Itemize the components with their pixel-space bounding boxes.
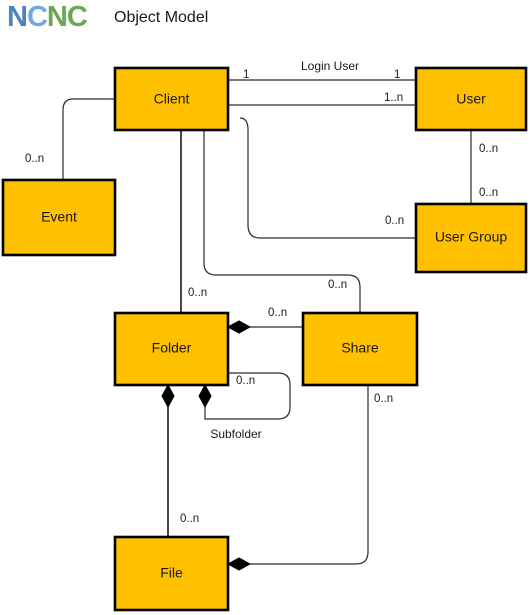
mult-folder-file: 0..n (180, 513, 199, 525)
mult-client-user-sessions-to: 1..n (384, 92, 403, 104)
mult-user-usergroup-from: 0..n (479, 143, 498, 155)
node-file[interactable]: File (113, 535, 230, 612)
node-client[interactable]: Client (113, 66, 230, 132)
composition-diamond-folder-share (226, 320, 252, 334)
node-user-box[interactable] (414, 66, 528, 132)
node-folder[interactable]: Folder (113, 311, 230, 387)
mult-client-user-to: 1 (394, 69, 400, 81)
mult-share-file: 0..n (374, 393, 393, 405)
edge-client-share[interactable] (203, 130, 361, 313)
node-folder-box[interactable] (113, 311, 230, 387)
mult-folder-subfolder: 0..n (236, 375, 255, 387)
mult-client-event: 0..n (25, 153, 44, 165)
edge-label-subfolder: Subfolder (210, 427, 261, 441)
node-event-box[interactable] (1, 178, 117, 257)
object-model-diagram: Client User Event User Group Folder Shar… (0, 0, 531, 615)
node-user-group[interactable]: User Group (414, 202, 528, 274)
node-user[interactable]: User (414, 66, 528, 132)
edge-client-usergroup[interactable] (239, 117, 416, 239)
composition-diamond-folder-file (161, 383, 175, 409)
edge-client-event[interactable] (62, 98, 115, 180)
composition-diamond-share-file (226, 557, 252, 571)
composition-diamond-subfolder (198, 383, 212, 409)
mult-client-share: 0..n (328, 279, 347, 291)
node-client-box[interactable] (113, 66, 230, 132)
node-user-group-box[interactable] (414, 202, 528, 274)
diagram-page: NCNC Object Model Client User Event User… (0, 0, 531, 615)
mult-client-user-from: 1 (243, 69, 249, 81)
mult-client-usergroup: 0..n (385, 215, 404, 227)
node-share[interactable]: Share (301, 311, 419, 387)
node-file-box[interactable] (113, 535, 230, 612)
edge-label-login-user: Login User (301, 59, 359, 73)
node-layer: Client User Event User Group Folder Shar… (1, 66, 528, 612)
node-event[interactable]: Event (1, 178, 117, 257)
diagram-canvas: Client User Event User Group Folder Shar… (1, 59, 528, 612)
node-share-box[interactable] (301, 311, 419, 387)
mult-folder-share: 0..n (268, 307, 287, 319)
mult-client-folder: 0..n (188, 287, 207, 299)
edge-share-file[interactable] (250, 385, 369, 565)
mult-user-usergroup-to: 0..n (479, 187, 498, 199)
